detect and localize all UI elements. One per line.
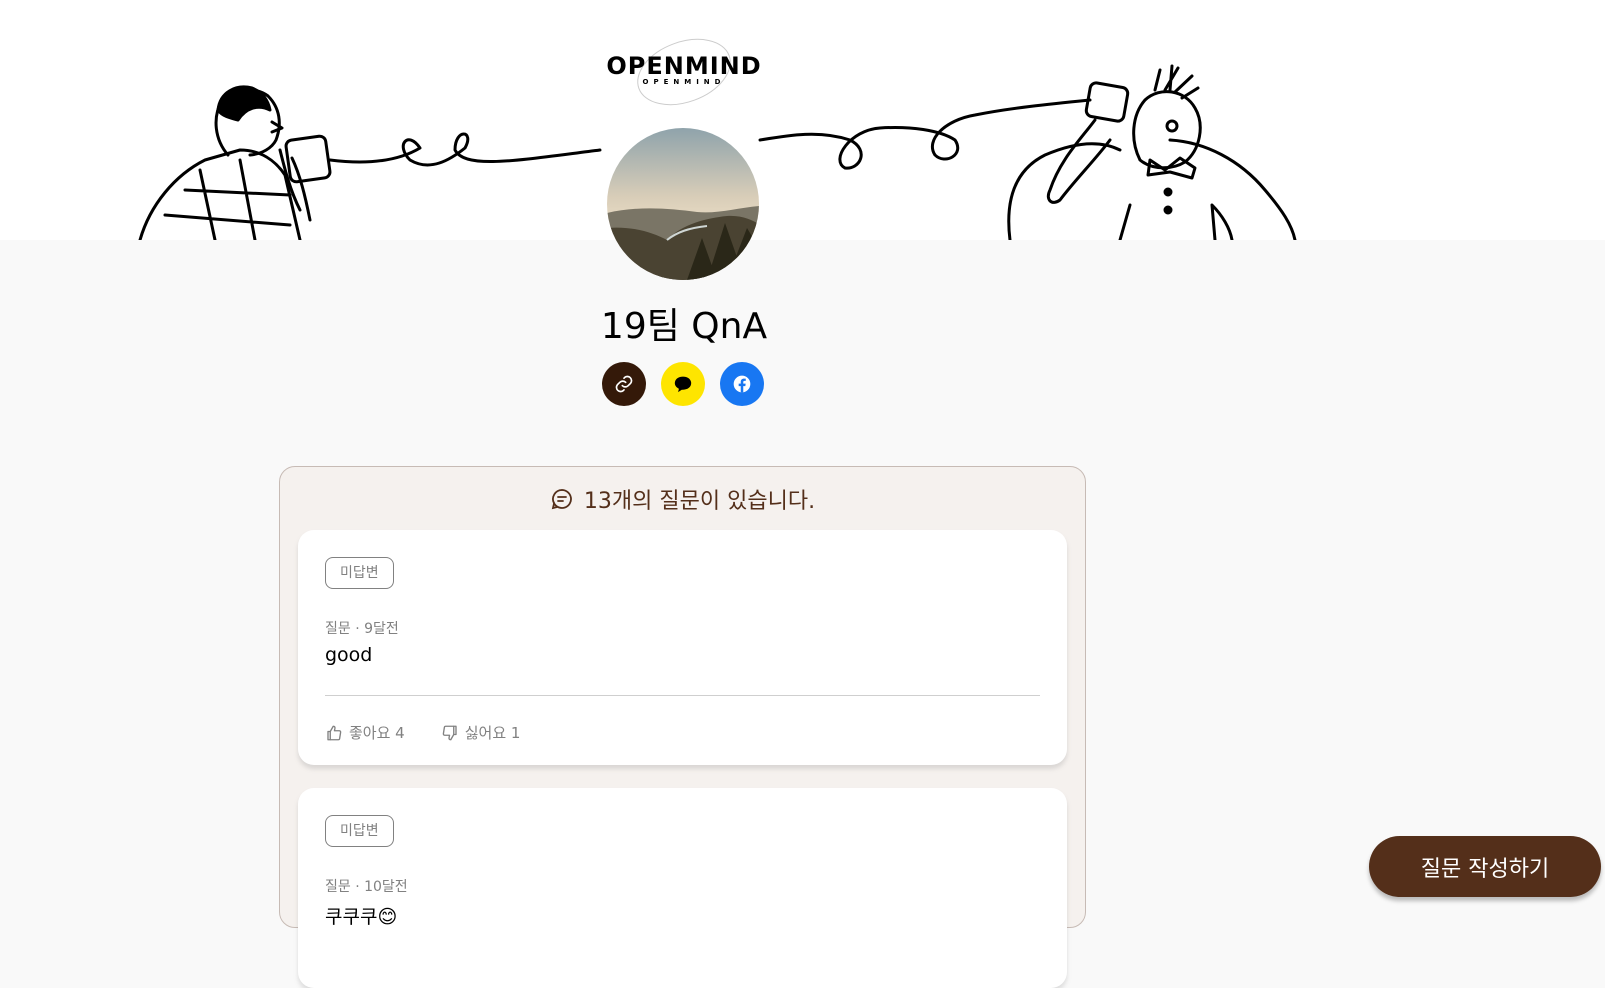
landscape-avatar (607, 128, 759, 280)
feed-header: 13개의 질문이 있습니다. (280, 467, 1085, 531)
message-icon (551, 489, 572, 510)
hero-illustration (138, 38, 1297, 240)
dislike-label: 싫어요 1 (464, 724, 521, 742)
question-feed: 13개의 질문이 있습니다. 미답변 질문 · 9달전 good 좋아요 4 싫… (279, 466, 1086, 988)
write-question-button[interactable]: 질문 작성하기 (1369, 836, 1601, 897)
like-label: 좋아요 4 (349, 724, 405, 742)
status-badge: 미답변 (325, 815, 394, 847)
logo-wordmark: OPENMIND (606, 52, 762, 80)
question-count: 13개의 질문이 있습니다. (583, 489, 816, 514)
hero-banner: OPENMIND OPENMIND (0, 0, 1605, 240)
question-card[interactable]: 미답변 질문 · 10달전 쿠쿠쿠😊 (298, 788, 1067, 988)
page-title: 19팀 QnA (600, 306, 768, 347)
status-badge: 미답변 (325, 557, 394, 589)
share-buttons (602, 362, 764, 406)
kakao-icon (674, 376, 692, 393)
logo-subtext: OPENMIND (642, 78, 726, 86)
link-icon (615, 375, 633, 393)
facebook-icon (733, 375, 751, 393)
kakao-share-button[interactable] (661, 362, 705, 406)
divider (325, 695, 1040, 696)
brand-logo[interactable]: OPENMIND OPENMIND (0, 52, 1368, 86)
question-text: good (325, 644, 373, 666)
like-button[interactable]: 좋아요 4 (325, 722, 405, 743)
question-meta: 질문 · 9달전 (325, 621, 399, 637)
copy-link-button[interactable] (602, 362, 646, 406)
thumbs-up-icon (327, 725, 342, 740)
profile-avatar (607, 128, 759, 280)
dislike-button[interactable]: 싫어요 1 (441, 722, 521, 743)
question-meta: 질문 · 10달전 (325, 879, 408, 895)
question-card[interactable]: 미답변 질문 · 9달전 good 좋아요 4 싫어요 1 (298, 530, 1067, 765)
thumbs-down-icon (442, 725, 457, 740)
facebook-share-button[interactable] (720, 362, 764, 406)
reaction-bar: 좋아요 4 싫어요 1 (325, 722, 520, 743)
question-text: 쿠쿠쿠😊 (325, 906, 398, 928)
